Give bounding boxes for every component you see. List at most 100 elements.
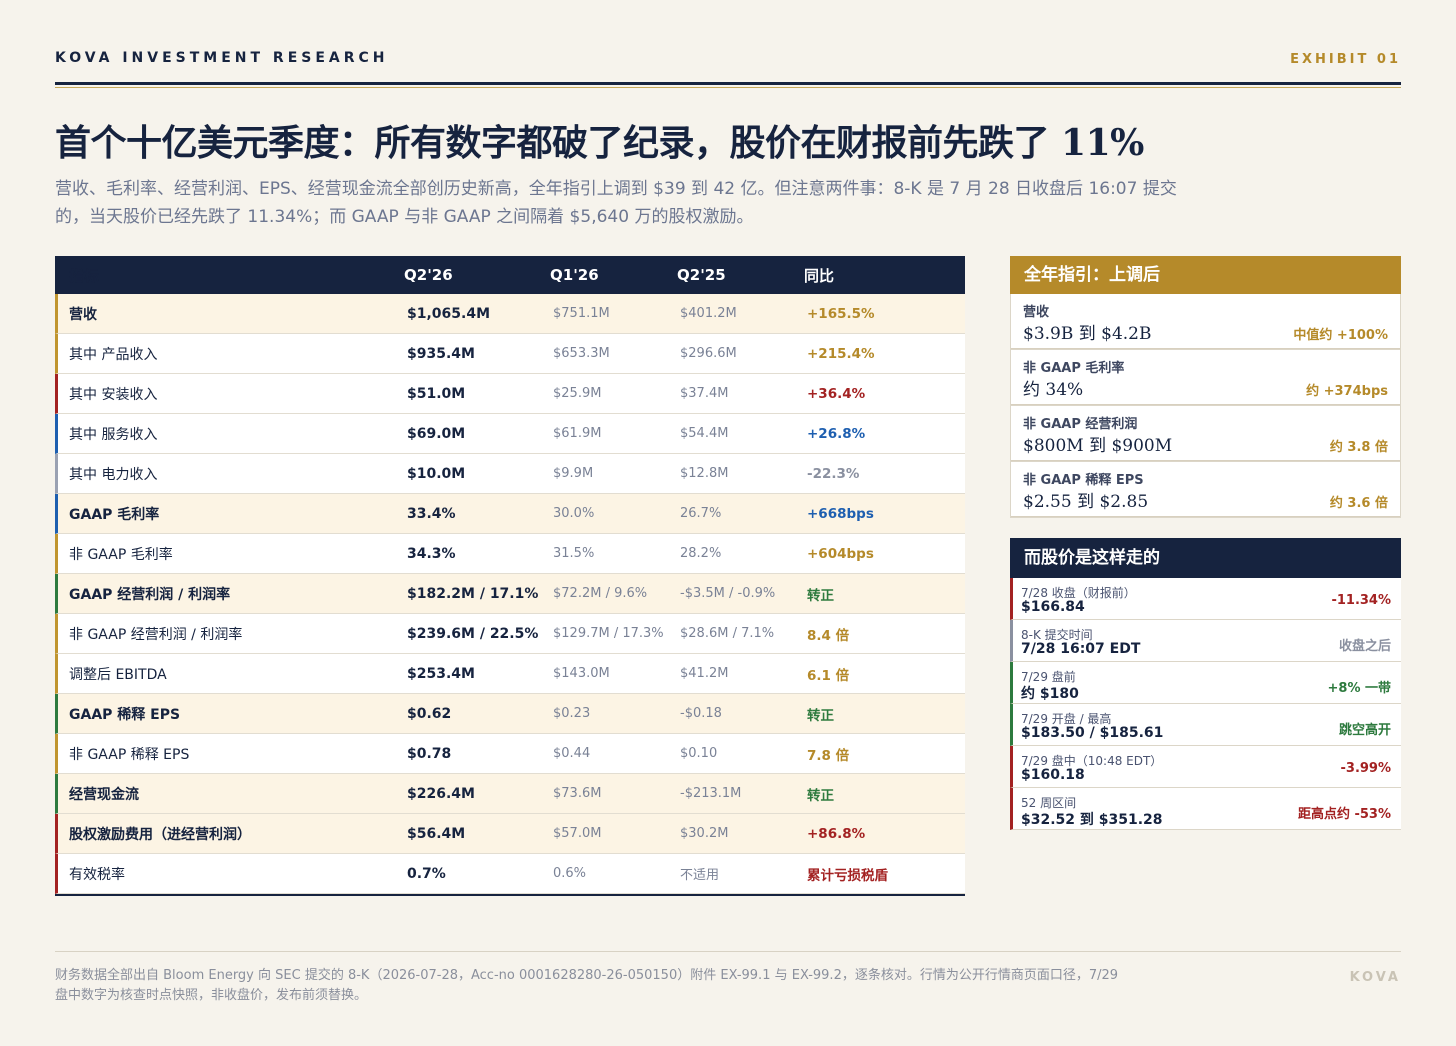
row-q2-26: 34.3% [407, 545, 456, 562]
row-q1-26: $653.3M [553, 346, 610, 361]
price-value: 7/28 16:07 EDT [1021, 641, 1141, 657]
row-yoy: 转正 [807, 707, 834, 724]
header-q2-25: Q2'25 [677, 266, 726, 284]
row-q1-26: $72.2M / 9.6% [553, 586, 648, 601]
table-row: GAAP 经营利润 / 利润率 $182.2M / 17.1% $72.2M / 9… [55, 574, 965, 614]
exhibit-page: KOVA INVESTMENT RESEARCH EXHIBIT 01 首个十亿… [55, 0, 1401, 1046]
table-row: 股权激励费用（进经营利润） $56.4M $57.0M $30.2M +86.8% [55, 814, 965, 854]
row-q2-25: 26.7% [680, 506, 722, 521]
header-q2-26: Q2'26 [404, 266, 453, 284]
row-q1-26: 31.5% [553, 546, 595, 561]
row-metric: 营收 [69, 306, 97, 323]
row-metric: 调整后 EBITDA [69, 666, 167, 683]
price-item: 8-K 提交时间 7/28 16:07 EDT 收盘之后 [1010, 620, 1401, 662]
guidance-note: 中值约 +100% [1293, 328, 1388, 343]
row-q1-26: $57.0M [553, 826, 602, 841]
price-value: $32.52 到 $351.28 [1021, 812, 1163, 828]
page-subtitle: 营收、毛利率、经营利润、EPS、经营现金流全部创历史新高，全年指引上调到 $39… [55, 179, 1177, 227]
row-q2-25: -$0.18 [680, 706, 722, 721]
row-yoy: +215.4% [807, 345, 875, 362]
table-row: 营收 $1,065.4M $751.1M $401.2M +165.5% [55, 294, 965, 334]
row-q2-25: $28.6M / 7.1% [680, 626, 775, 641]
header-metric: 指标 [69, 266, 100, 285]
row-metric: 其中 安装收入 [69, 386, 158, 403]
table-row: 其中 服务收入 $69.0M $61.9M $54.4M +26.8% [55, 414, 965, 454]
guidance-value: $800M 到 $900M [1023, 436, 1173, 456]
table-row: GAAP 毛利率 33.4% 30.0% 26.7% +668bps [55, 494, 965, 534]
price-title: 而股价是这样走的 [1010, 538, 1401, 578]
row-q2-26: $51.0M [407, 385, 466, 402]
row-yoy: 7.8 倍 [807, 747, 850, 764]
price-list: 7/28 收盘（财报前） $166.84 -11.34% 8-K 提交时间 7/28 1… [1010, 578, 1401, 830]
guidance-item: 非 GAAP 毛利率约 34% 约 +374bps [1010, 350, 1401, 406]
guidance-item: 非 GAAP 经营利润 $800M 到 $900M 约 3.8 倍 [1010, 406, 1401, 462]
row-q1-26: $0.23 [553, 706, 591, 721]
row-yoy: +86.8% [807, 825, 866, 842]
price-note: +8% 一带 [1327, 681, 1392, 696]
guidance-value: 约 34% [1023, 380, 1084, 400]
price-item: 7/29 盘前约 $180 +8% 一带 [1010, 662, 1401, 704]
header-q1-26: Q1'26 [550, 266, 599, 284]
row-yoy: 转正 [807, 787, 834, 804]
price-value: $166.84 [1021, 599, 1085, 615]
row-q2-26: $0.62 [407, 705, 452, 722]
row-q2-25: $296.6M [680, 346, 737, 361]
row-q2-26: $1,065.4M [407, 305, 491, 322]
page-title: 首个十亿美元季度：所有数字都破了纪录，股价在财报前先跌了 11% [55, 122, 1144, 164]
brand-name: KOVA INVESTMENT RESEARCH [55, 50, 389, 66]
row-metric: 其中 产品收入 [69, 346, 158, 363]
footer-rule [55, 951, 1401, 952]
table-body: 营收 $1,065.4M $751.1M $401.2M +165.5% 其中 产品收入 $… [55, 294, 965, 894]
row-q2-25: 28.2% [680, 546, 722, 561]
row-yoy: 累计亏损税盾 [807, 867, 888, 884]
guidance-value: $3.9B 到 $4.2B [1023, 324, 1152, 344]
guidance-list: 营收 $3.9B 到 $4.2B 中值约 +100% 非 GAAP 毛利率约 34% 约… [1010, 294, 1401, 518]
header-rule [55, 82, 1401, 85]
row-metric: 非 GAAP 毛利率 [69, 546, 173, 563]
price-panel: 而股价是这样走的 7/28 收盘（财报前） $166.84 -11.34% 8-K 提… [1010, 538, 1401, 830]
row-q2-26: $226.4M [407, 785, 475, 802]
table-row: 经营现金流 $226.4M $73.6M -$213.1M 转正 [55, 774, 965, 814]
guidance-note: 约 3.8 倍 [1329, 440, 1388, 455]
row-yoy: 转正 [807, 587, 834, 604]
row-yoy: 6.1 倍 [807, 667, 850, 684]
guidance-label: 非 GAAP 稀释 EPS [1023, 473, 1144, 488]
row-metric: 其中 服务收入 [69, 426, 158, 443]
row-metric: 非 GAAP 经营利润 / 利润率 [69, 626, 243, 643]
guidance-panel: 全年指引：上调后 营收 $3.9B 到 $4.2B 中值约 +100% 非 GAAP … [1010, 256, 1401, 518]
row-q1-26: 0.6% [553, 866, 587, 881]
exhibit-label: EXHIBIT 01 [1290, 52, 1401, 67]
header-bar: KOVA INVESTMENT RESEARCH EXHIBIT 01 [55, 50, 1401, 72]
table-header: 指标 Q2'26 Q1'26 Q2'25 同比 [55, 256, 965, 294]
price-note: 跳空高开 [1338, 723, 1391, 738]
row-q2-25: $401.2M [680, 306, 737, 321]
row-q2-26: $0.78 [407, 745, 452, 762]
row-q2-25: $30.2M [680, 826, 729, 841]
row-q2-25: -$3.5M / -0.9% [680, 586, 776, 601]
row-q2-26: $69.0M [407, 425, 466, 442]
price-note: -3.99% [1340, 761, 1392, 776]
row-yoy: -22.3% [807, 465, 860, 482]
row-metric: 有效税率 [69, 866, 125, 883]
row-q1-26: $73.6M [553, 786, 602, 801]
row-q2-26: $10.0M [407, 465, 466, 482]
row-q2-25: $12.8M [680, 466, 729, 481]
row-yoy: +604bps [807, 545, 874, 562]
row-q2-25: -$213.1M [680, 786, 742, 801]
guidance-value: $2.55 到 $2.85 [1023, 492, 1149, 512]
row-q2-25: $41.2M [680, 666, 729, 681]
row-q1-26: $9.9M [553, 466, 594, 481]
row-q1-26: $751.1M [553, 306, 610, 321]
guidance-label: 非 GAAP 毛利率 [1023, 361, 1125, 376]
row-metric: 股权激励费用（进经营利润） [69, 826, 251, 843]
guidance-label: 营收 [1023, 305, 1050, 320]
row-q2-26: 0.7% [407, 865, 446, 882]
guidance-note: 约 +374bps [1306, 384, 1388, 399]
row-q2-26: $182.2M / 17.1% [407, 585, 539, 602]
guidance-item: 营收 $3.9B 到 $4.2B 中值约 +100% [1010, 294, 1401, 350]
table-row: 非 GAAP 经营利润 / 利润率 $239.6M / 22.5% $129.7M … [55, 614, 965, 654]
price-value: $183.50 / $185.61 [1021, 725, 1164, 741]
price-value: 约 $180 [1021, 686, 1079, 702]
row-yoy: +165.5% [807, 305, 875, 322]
row-yoy: 8.4 倍 [807, 627, 850, 644]
